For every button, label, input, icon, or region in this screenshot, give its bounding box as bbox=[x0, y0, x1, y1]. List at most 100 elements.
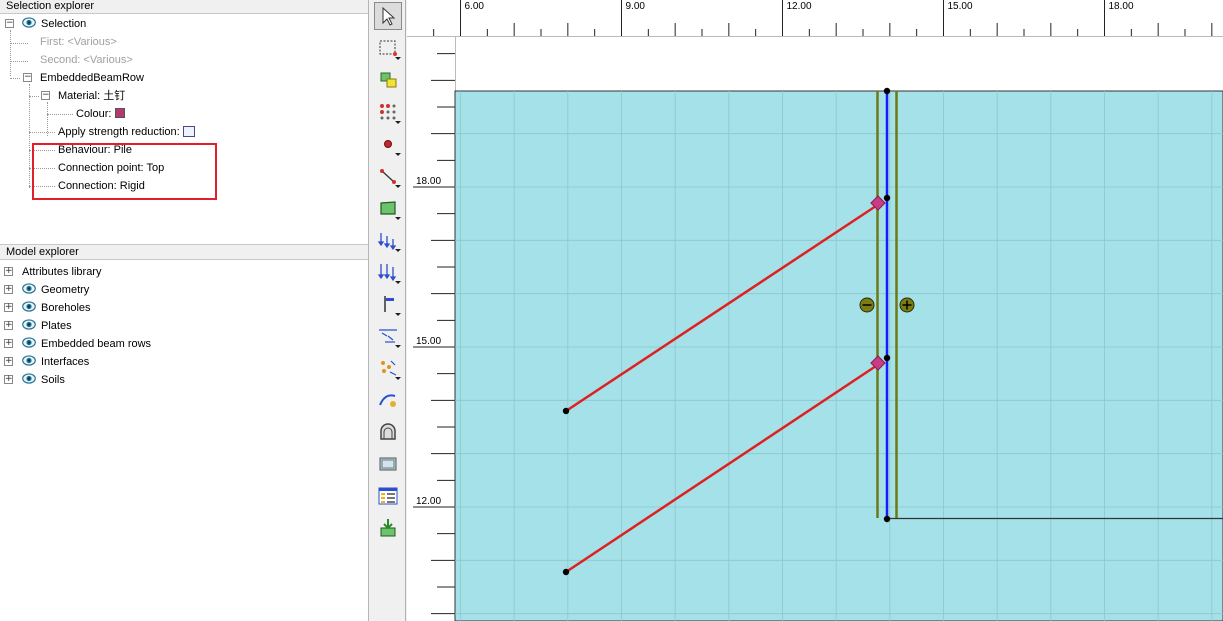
dropdown-arrow-icon[interactable] bbox=[395, 249, 401, 252]
tunnel-tool[interactable] bbox=[374, 418, 402, 446]
tree-item-label: Colour: bbox=[76, 108, 112, 120]
eye-icon[interactable] bbox=[22, 336, 36, 349]
geometry-point[interactable] bbox=[883, 87, 891, 95]
model-tree-item[interactable]: Plates bbox=[22, 317, 72, 335]
tree-item-second[interactable]: Second: <Various> bbox=[40, 51, 133, 69]
dropdown-arrow-icon[interactable] bbox=[395, 153, 401, 156]
select-rectangle-tool[interactable] bbox=[374, 34, 402, 62]
ruler-label: 12.00 bbox=[416, 496, 441, 507]
move-tool[interactable] bbox=[374, 66, 402, 94]
select-icon bbox=[382, 6, 396, 26]
tree-item-label: EmbeddedBeamRow bbox=[40, 72, 144, 84]
eye-icon[interactable] bbox=[22, 300, 36, 313]
selection-explorer: Selection explorer − Selection First: <V… bbox=[0, 0, 368, 242]
eye-icon[interactable] bbox=[22, 16, 36, 29]
model-tree-item[interactable]: Boreholes bbox=[22, 299, 91, 317]
distributed-load-tool[interactable] bbox=[374, 226, 402, 254]
prescribed-displacement-tool[interactable] bbox=[374, 290, 402, 318]
tree-item-material[interactable]: Material: 土钉 bbox=[58, 87, 125, 105]
model-tree-item[interactable]: Soils bbox=[22, 371, 65, 389]
import-icon bbox=[380, 519, 396, 537]
eye-icon[interactable] bbox=[22, 354, 36, 367]
expand-toggle[interactable]: + bbox=[4, 357, 13, 366]
table-tool[interactable] bbox=[374, 482, 402, 510]
selection-tree: − Selection First: <Various> Second: <Va… bbox=[0, 14, 368, 241]
plaxis-window: Selection explorer − Selection First: <V… bbox=[0, 0, 1223, 621]
ruler-label: 18.00 bbox=[1109, 1, 1134, 12]
expand-toggle[interactable]: + bbox=[4, 303, 13, 312]
dropdown-arrow-icon[interactable] bbox=[395, 281, 401, 284]
model-tree-item[interactable]: Interfaces bbox=[22, 353, 89, 371]
create-polygon-tool[interactable] bbox=[374, 194, 402, 222]
select-tool[interactable] bbox=[374, 2, 402, 30]
tree-item-label: Apply strength reduction: bbox=[58, 126, 180, 138]
tree-item-first[interactable]: First: <Various> bbox=[40, 33, 117, 51]
collapse-toggle[interactable]: − bbox=[41, 91, 50, 100]
flow-function-tool[interactable] bbox=[374, 386, 402, 414]
geometry-point[interactable] bbox=[562, 407, 570, 415]
table-icon bbox=[378, 487, 398, 505]
highlight-annotation bbox=[32, 143, 217, 200]
drain-tool[interactable] bbox=[374, 354, 402, 382]
dropdown-arrow-icon[interactable] bbox=[395, 185, 401, 188]
tree-connector bbox=[10, 30, 11, 76]
tunnel-icon bbox=[380, 423, 396, 440]
left-panel: Selection explorer − Selection First: <V… bbox=[0, 0, 369, 621]
expand-toggle[interactable]: + bbox=[4, 285, 13, 294]
soil-cluster[interactable] bbox=[454, 90, 1223, 621]
expand-toggle[interactable]: + bbox=[4, 375, 13, 384]
model-explorer-header: Model explorer bbox=[0, 245, 368, 260]
dropdown-arrow-icon[interactable] bbox=[395, 217, 401, 220]
ruler-label: 6.00 bbox=[465, 1, 485, 12]
tree-item-label: Boreholes bbox=[41, 302, 91, 314]
expand-toggle[interactable]: + bbox=[4, 339, 13, 348]
collapse-toggle[interactable]: − bbox=[23, 73, 32, 82]
expand-toggle[interactable]: + bbox=[4, 321, 13, 330]
tree-item-selection[interactable]: Selection bbox=[22, 15, 86, 33]
expand-toggle[interactable]: + bbox=[4, 267, 13, 276]
tree-connector bbox=[10, 78, 20, 79]
tree-connector bbox=[10, 43, 28, 44]
tree-item-colour[interactable]: Colour: bbox=[76, 105, 126, 123]
water-level-tool[interactable] bbox=[374, 322, 402, 350]
tree-item-label: Selection bbox=[41, 18, 87, 30]
eye-icon[interactable] bbox=[22, 372, 36, 385]
tree-item-embedded-beam-row[interactable]: EmbeddedBeamRow bbox=[40, 69, 144, 87]
geometry-point[interactable] bbox=[883, 354, 891, 362]
horizontal-ruler bbox=[407, 0, 1223, 37]
minus-icon bbox=[859, 297, 875, 313]
strength-reduction-checkbox[interactable] bbox=[182, 126, 195, 137]
model-tree: + Attributes library + Geometry + Boreholes + P… bbox=[0, 260, 368, 620]
point-array-tool[interactable] bbox=[374, 98, 402, 126]
collapse-toggle[interactable]: − bbox=[5, 19, 14, 28]
side-toolbar bbox=[370, 0, 406, 621]
plus-icon bbox=[899, 297, 915, 313]
ruler-label: 12.00 bbox=[787, 1, 812, 12]
colour-swatch[interactable] bbox=[115, 108, 126, 118]
create-line-tool[interactable] bbox=[374, 162, 402, 190]
dropdown-arrow-icon[interactable] bbox=[395, 57, 401, 60]
tree-item-label: Soils bbox=[41, 374, 65, 386]
geometry-point[interactable] bbox=[883, 194, 891, 202]
model-tree-item[interactable]: Attributes library bbox=[22, 263, 101, 281]
dropdown-arrow-icon[interactable] bbox=[395, 313, 401, 316]
dropdown-arrow-icon[interactable] bbox=[395, 121, 401, 124]
create-point-tool[interactable] bbox=[374, 130, 402, 158]
tree-connector bbox=[29, 84, 30, 188]
import-tool[interactable] bbox=[374, 514, 402, 542]
dropdown-arrow-icon[interactable] bbox=[395, 345, 401, 348]
eye-icon[interactable] bbox=[22, 282, 36, 295]
tree-item-label: Embedded beam rows bbox=[41, 338, 152, 350]
model-tree-item[interactable]: Geometry bbox=[22, 281, 89, 299]
canvas-drawing[interactable]: 6.00 9.00 12.00 15.00 18.00 18.00 15.00 12.00 bbox=[407, 0, 1223, 621]
tree-item-apply-strength[interactable]: Apply strength reduction: bbox=[58, 123, 195, 141]
eye-icon[interactable] bbox=[22, 318, 36, 331]
line-load-tool[interactable] bbox=[374, 258, 402, 286]
dropdown-arrow-icon[interactable] bbox=[395, 377, 401, 380]
model-tree-item[interactable]: Embedded beam rows bbox=[22, 335, 151, 353]
drawing-canvas[interactable]: 6.00 9.00 12.00 15.00 18.00 18.00 15.00 12.00 bbox=[407, 0, 1223, 621]
tree-item-label: First: <Various> bbox=[40, 36, 117, 48]
geometry-point[interactable] bbox=[883, 515, 891, 523]
borehole-image-tool[interactable] bbox=[374, 450, 402, 478]
geometry-point[interactable] bbox=[562, 568, 570, 576]
